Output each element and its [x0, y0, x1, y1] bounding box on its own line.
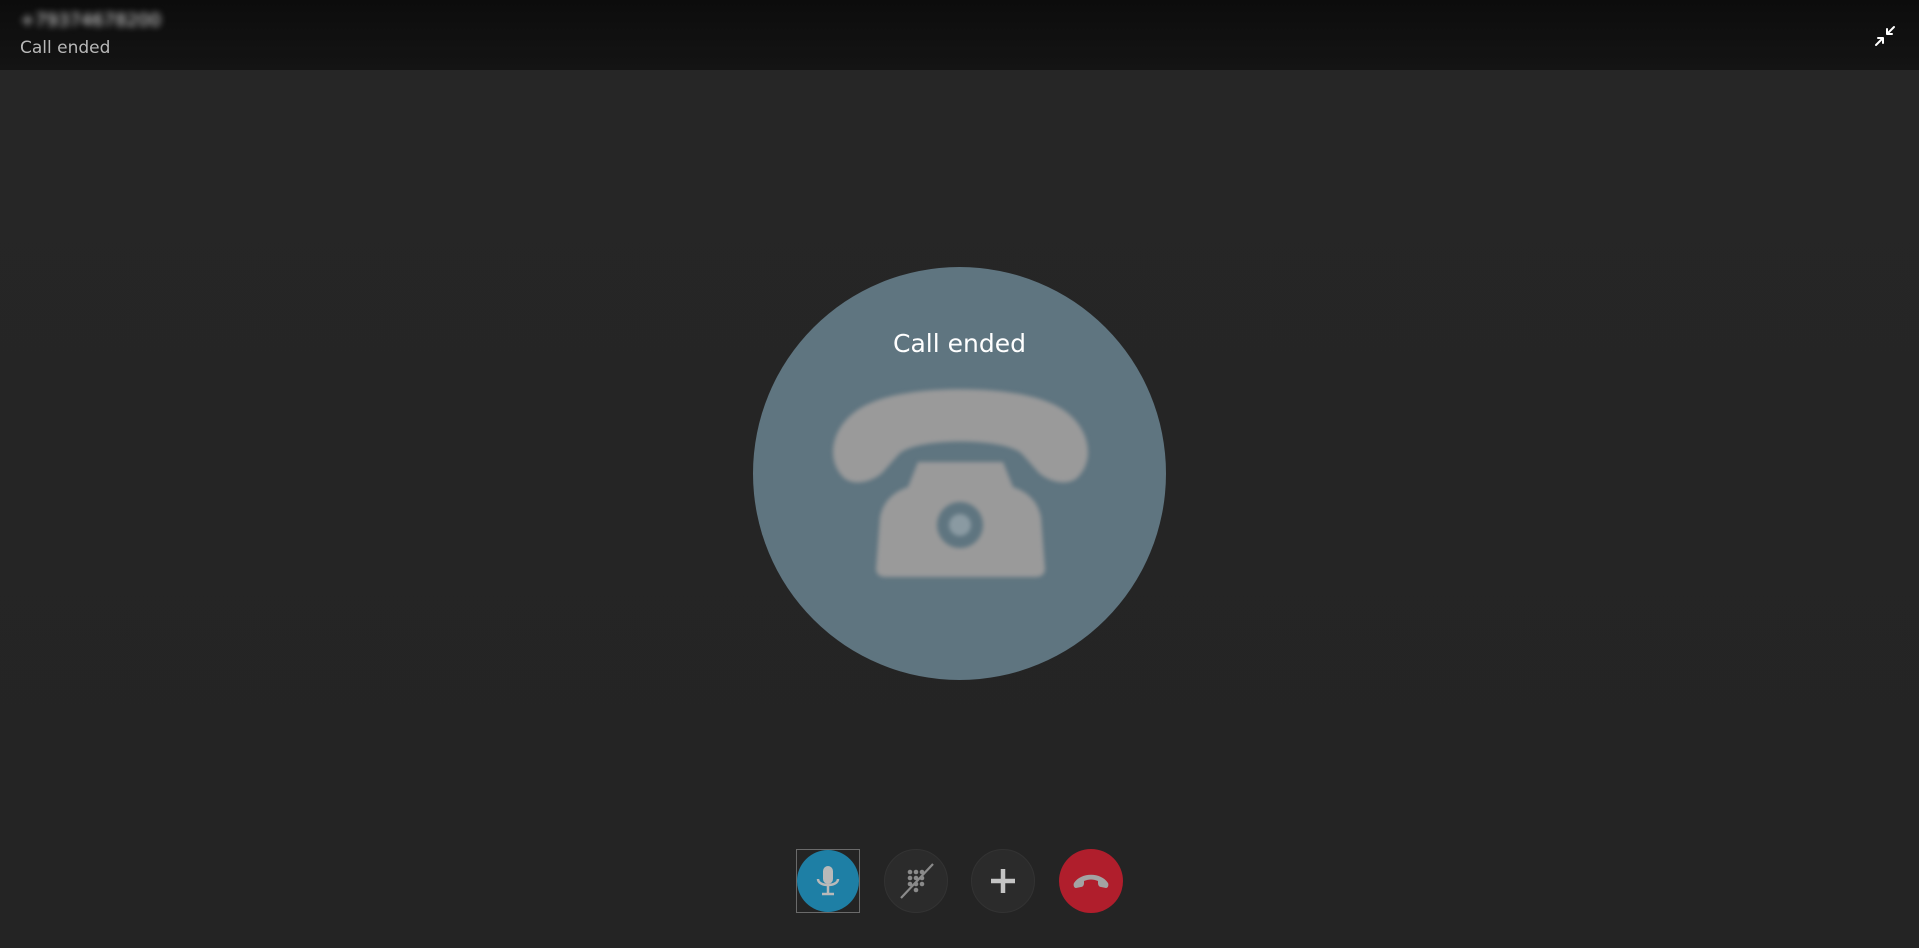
hang-up-button[interactable] [1059, 849, 1123, 913]
microphone-icon [816, 866, 840, 896]
call-status-label: Call ended [20, 38, 111, 58]
call-avatar: Call ended [753, 267, 1166, 680]
dialpad-button[interactable] [884, 849, 948, 913]
call-window: +79374678200 Call ended Call ended [0, 0, 1919, 948]
avatar-status-label: Call ended [893, 329, 1026, 358]
caller-id: +79374678200 [20, 10, 162, 31]
minimize-arrows-icon [1875, 26, 1895, 46]
call-header: +79374678200 Call ended [0, 0, 1919, 70]
add-participant-button[interactable] [971, 849, 1035, 913]
mic-focus-frame [796, 849, 860, 913]
mute-button[interactable] [797, 850, 859, 912]
minimize-button[interactable] [1873, 24, 1897, 48]
hang-up-icon [1073, 874, 1109, 888]
dialpad-disabled-icon [900, 863, 934, 899]
phone-icon [833, 389, 1088, 577]
plus-icon [991, 869, 1015, 893]
